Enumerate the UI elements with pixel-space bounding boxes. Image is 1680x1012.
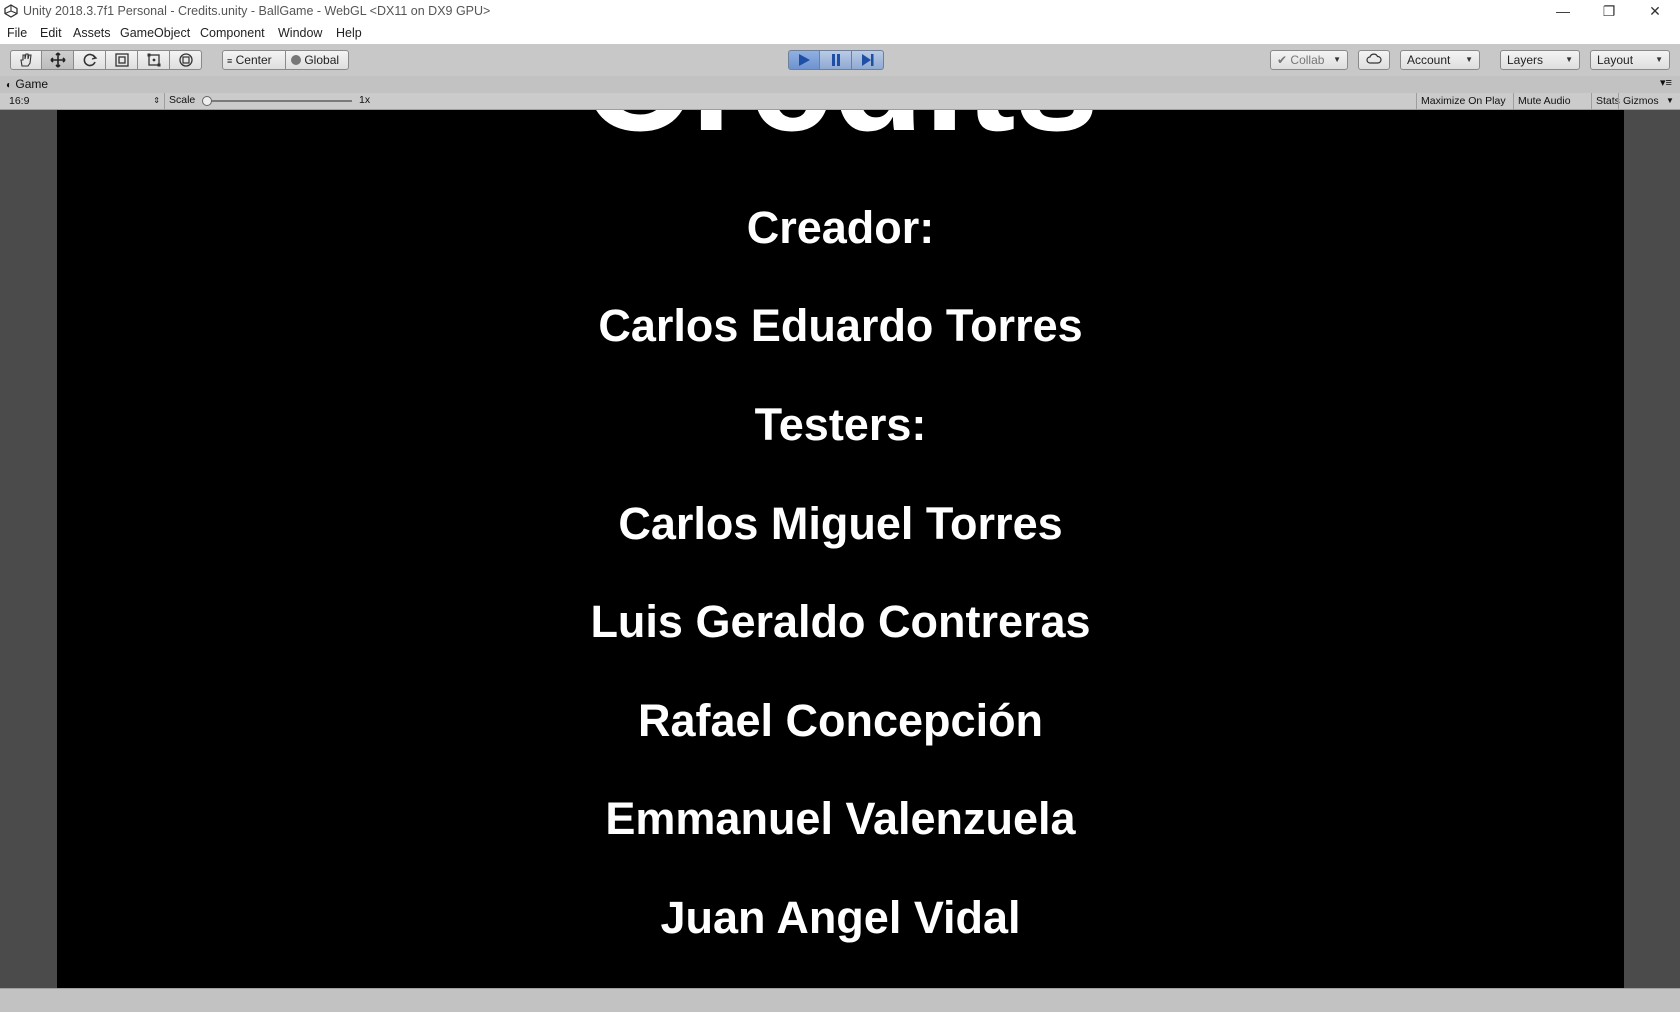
cloud-button[interactable]	[1358, 50, 1390, 70]
hand-icon	[20, 53, 32, 67]
scale-tool-button[interactable]	[106, 50, 138, 70]
gizmos-label: Gizmos	[1623, 95, 1659, 107]
credits-title: Credits	[57, 110, 1624, 165]
game-view-toolbar: 16:9 ⇕ Scale 1x Maximize On Play Mute Au…	[0, 93, 1680, 110]
step-button[interactable]	[852, 50, 884, 70]
pause-icon	[831, 54, 840, 66]
pause-button[interactable]	[820, 50, 852, 70]
scale-value: 1x	[359, 94, 371, 106]
gizmos-toggle[interactable]: Gizmos	[1618, 93, 1667, 109]
pivot-rotation-label: Global	[304, 53, 340, 67]
credit-line: Carlos Miguel Torres	[618, 498, 1063, 549]
transform-tools	[10, 50, 202, 70]
pivot-mode-toggle[interactable]: ≡ Center	[222, 50, 286, 70]
rotate-tool-button[interactable]	[74, 50, 106, 70]
rect-tool-button[interactable]	[138, 50, 170, 70]
scale-slider-handle[interactable]	[202, 96, 212, 106]
collab-label: Collab	[1290, 53, 1325, 67]
move-tool-button[interactable]	[42, 50, 74, 70]
main-toolbar: ≡ Center Global ✔ Collab ▼ Account ▼ Lay…	[0, 44, 1680, 77]
play-icon	[799, 54, 810, 66]
tab-game-label: Game	[15, 77, 49, 91]
aspect-dropdown[interactable]: 16:9 ⇕	[0, 93, 165, 109]
pivot-mode-label: Center	[235, 53, 272, 67]
pivot-rotation-toggle[interactable]: Global	[285, 50, 349, 70]
game-icon: ◐	[6, 80, 13, 91]
layout-label: Layout	[1597, 53, 1634, 67]
gizmos-dropdown-icon[interactable]: ▼	[1666, 93, 1674, 109]
rotate-icon	[83, 53, 97, 67]
menu-assets[interactable]: Assets	[73, 26, 111, 40]
game-screen[interactable]: Credits Creador: Carlos Eduardo Torres T…	[57, 110, 1624, 988]
chevron-down-icon: ▼	[1465, 55, 1473, 64]
globe-icon	[291, 55, 301, 65]
aspect-label: 16:9	[9, 95, 30, 107]
move-icon	[49, 52, 66, 68]
scale-icon	[114, 53, 129, 67]
transform-tool-button[interactable]	[170, 50, 202, 70]
menu-edit[interactable]: Edit	[40, 26, 62, 40]
credit-line: Testers:	[754, 399, 927, 450]
cloud-icon	[1366, 53, 1382, 64]
chevron-down-icon: ▼	[1333, 55, 1341, 64]
rect-transform-icon	[147, 53, 160, 67]
tab-menu-icon[interactable]: ▾≡	[1660, 76, 1672, 89]
close-button[interactable]: ✕	[1632, 0, 1678, 23]
account-label: Account	[1407, 53, 1451, 67]
menu-file[interactable]: File	[7, 26, 27, 40]
minimize-button[interactable]: —	[1540, 0, 1586, 23]
chevron-down-icon: ▼	[1565, 55, 1573, 64]
hand-tool-button[interactable]	[10, 50, 42, 70]
pivot-icon: ≡	[227, 56, 233, 66]
credit-line: Rafael Concepción	[637, 695, 1044, 746]
layers-label: Layers	[1507, 53, 1544, 67]
layers-dropdown[interactable]: Layers ▼	[1500, 50, 1580, 70]
layout-dropdown[interactable]: Layout ▼	[1590, 50, 1670, 70]
menu-window[interactable]: Window	[278, 26, 322, 40]
menu-bar: File Edit Assets GameObject Component Wi…	[0, 23, 1680, 44]
credit-line: Juan Angel Vidal	[660, 892, 1021, 943]
maximize-on-play-toggle[interactable]: Maximize On Play	[1416, 93, 1510, 109]
step-icon	[861, 54, 873, 66]
collab-dropdown[interactable]: ✔ Collab ▼	[1270, 50, 1348, 70]
window-title: Unity 2018.3.7f1 Personal - Credits.unit…	[23, 4, 491, 18]
chevron-down-icon: ▼	[1655, 55, 1663, 64]
credit-line: Creador:	[746, 202, 935, 253]
menu-gameobject[interactable]: GameObject	[120, 26, 190, 40]
credit-line: Carlos Eduardo Torres	[598, 300, 1083, 351]
transform-icon	[178, 53, 193, 67]
restore-button[interactable]: ❐	[1586, 0, 1632, 23]
play-button[interactable]	[788, 50, 820, 70]
updown-arrows-icon: ⇕	[153, 96, 160, 105]
menu-help[interactable]: Help	[336, 26, 362, 40]
window-title-bar: Unity 2018.3.7f1 Personal - Credits.unit…	[0, 0, 1680, 23]
account-dropdown[interactable]: Account ▼	[1400, 50, 1480, 70]
scale-label: Scale	[169, 94, 196, 106]
status-bar	[0, 988, 1680, 1012]
tab-game[interactable]: ◐ Game	[6, 77, 48, 91]
mute-audio-toggle[interactable]: Mute Audio	[1513, 93, 1575, 109]
game-tab-header: ◐ Game ▾≡	[0, 76, 1680, 93]
credit-line: Luis Geraldo Contreras	[590, 596, 1091, 647]
scale-slider[interactable]	[202, 96, 352, 106]
check-icon: ✔	[1277, 53, 1288, 67]
credit-line: Emmanuel Valenzuela	[605, 793, 1076, 844]
menu-component[interactable]: Component	[200, 26, 265, 40]
playback-controls	[788, 50, 884, 70]
unity-logo-icon	[4, 4, 18, 18]
game-viewport[interactable]: Credits Creador: Carlos Eduardo Torres T…	[0, 110, 1680, 988]
